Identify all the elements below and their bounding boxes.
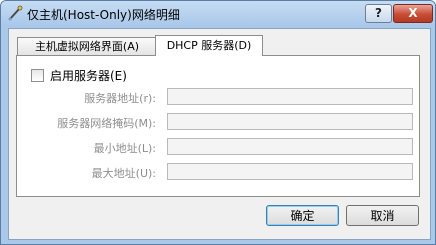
- server-address-label: 服务器地址(r):: [84, 92, 156, 105]
- min-address-label: 最小地址(L):: [93, 142, 156, 155]
- cancel-button[interactable]: 取消: [346, 205, 419, 226]
- ok-button[interactable]: 确定: [266, 205, 339, 226]
- window-title: 仅主机(Host-Only)网络明细: [27, 8, 180, 22]
- max-address-label: 最大地址(U):: [91, 167, 156, 180]
- server-netmask-label: 服务器网络掩码(M):: [57, 117, 156, 130]
- server-netmask-input[interactable]: [167, 113, 413, 130]
- tab-host-virtual-network[interactable]: 主机虚拟网络界面(A): [17, 37, 157, 55]
- close-button[interactable]: X: [393, 4, 433, 23]
- max-address-input[interactable]: [167, 163, 413, 180]
- enable-server-row[interactable]: 启用服务器(E): [31, 67, 127, 84]
- dhcp-tab-panel: 启用服务器(E) 服务器地址(r): 服务器网络掩码(M): 最小地址(L): …: [16, 55, 420, 197]
- help-button[interactable]: ?: [365, 4, 392, 23]
- server-address-input[interactable]: [167, 88, 413, 105]
- enable-server-label: 启用服务器(E): [50, 69, 127, 83]
- dialog-client-area: 主机虚拟网络界面(A) DHCP 服务器(D) 启用服务器(E) 服务器地址(r…: [8, 28, 431, 240]
- title-bar[interactable]: 仅主机(Host-Only)网络明细 ? X: [1, 1, 435, 27]
- dialog-window: 仅主机(Host-Only)网络明细 ? X 主机虚拟网络界面(A) DHCP …: [0, 0, 436, 245]
- enable-server-checkbox[interactable]: [31, 69, 44, 82]
- tab-dhcp-server[interactable]: DHCP 服务器(D): [155, 35, 263, 56]
- min-address-input[interactable]: [167, 138, 413, 155]
- network-icon: [8, 5, 23, 21]
